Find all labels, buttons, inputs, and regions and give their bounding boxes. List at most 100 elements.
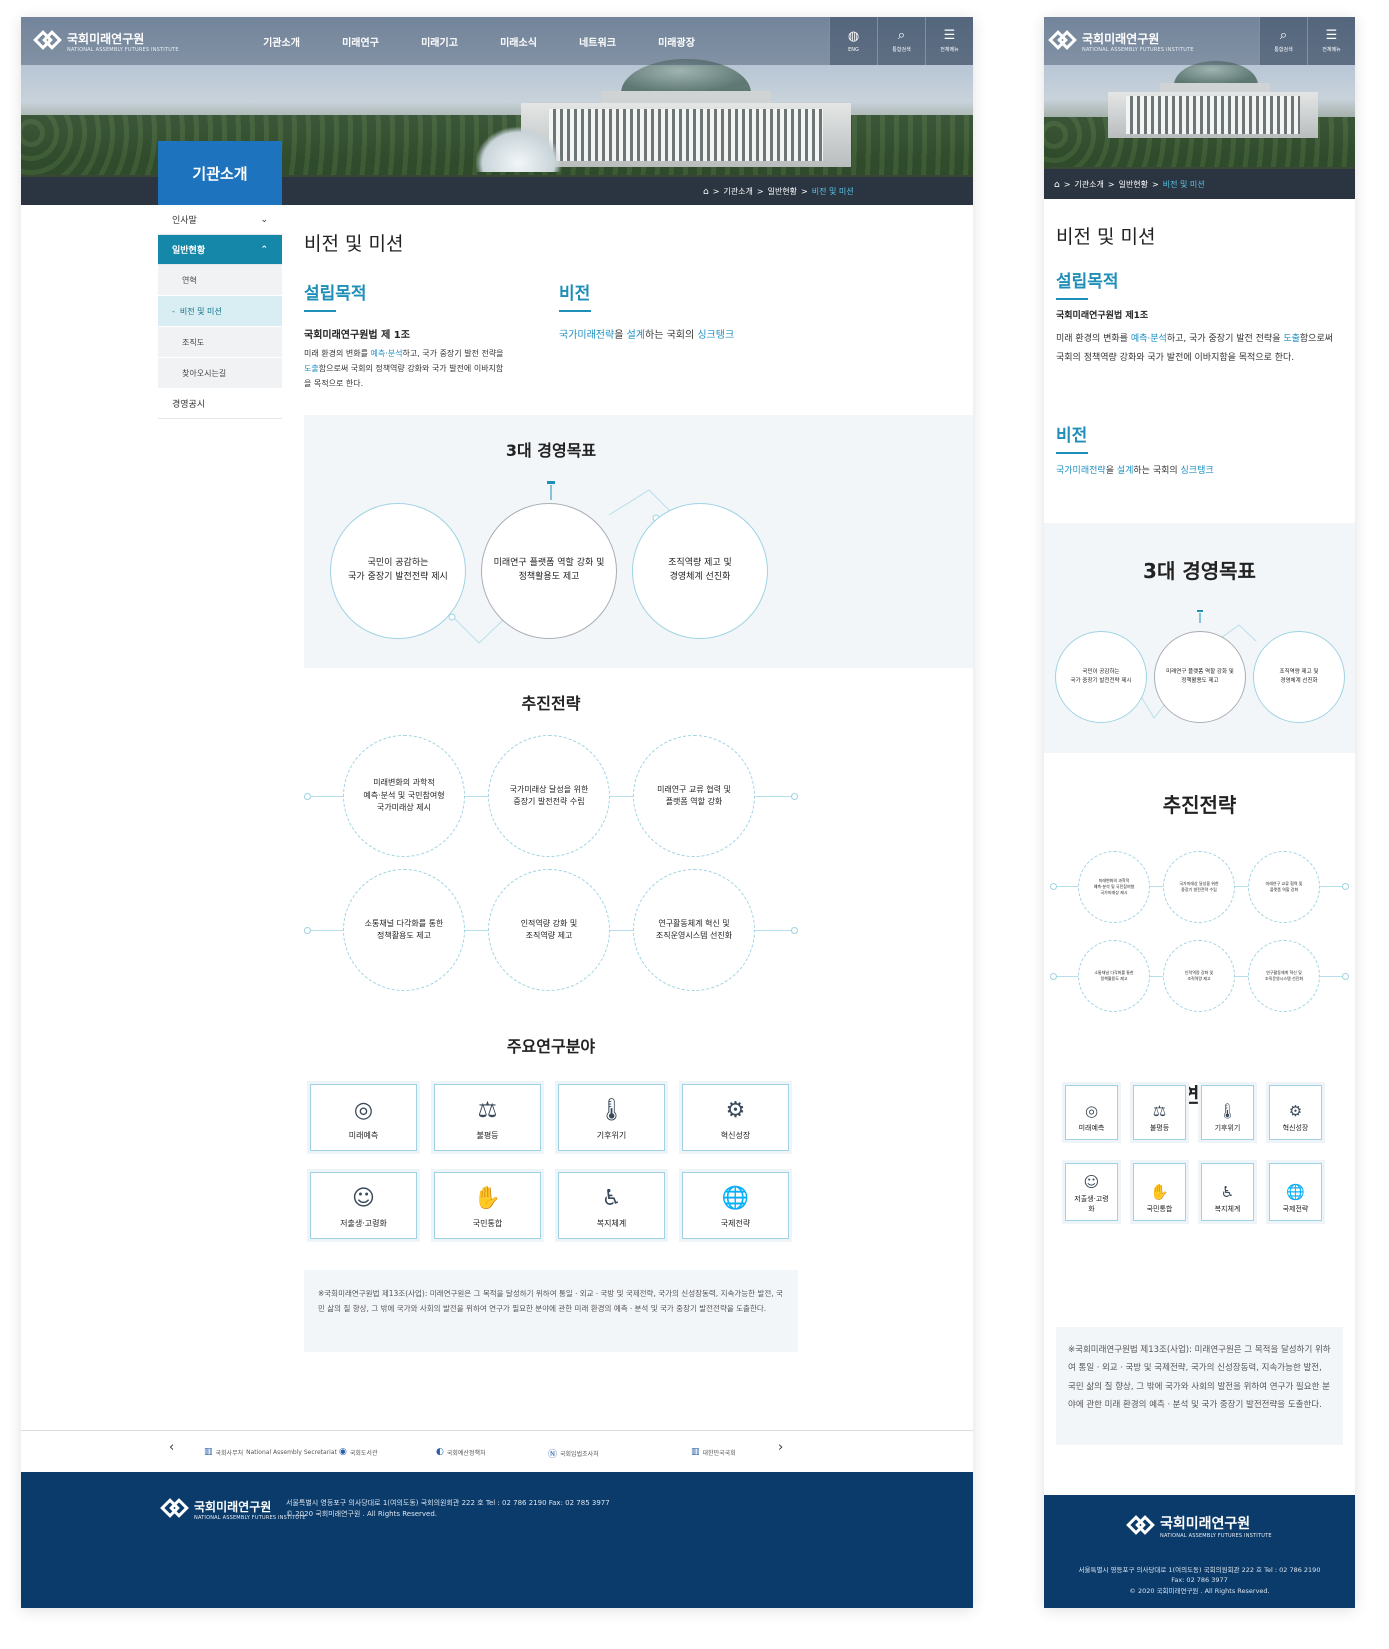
research-tile-label: 국제전략 bbox=[720, 1219, 751, 1228]
research-tile-8[interactable]: 🌐 국제전략 bbox=[682, 1172, 789, 1239]
research-tile-label: 기후위기 bbox=[596, 1131, 627, 1140]
research-tile-label: 국제전략 bbox=[1282, 1205, 1309, 1213]
strategy-circle-6: 연구활동체계 혁신 및 조직운영시스템 선진화 bbox=[633, 869, 755, 991]
breadcrumb-level2[interactable]: 일반현황 bbox=[1119, 179, 1148, 190]
research-tile-5[interactable]: ☺ 저출생·고령 화 bbox=[1065, 1163, 1118, 1221]
research-tile-8[interactable]: 🌐 국제전략 bbox=[1269, 1163, 1322, 1221]
purpose-law: 국회미래연구원법 제 1조 bbox=[304, 330, 410, 341]
family-site-5[interactable]: ▥ 대한민국국회 bbox=[691, 1447, 736, 1457]
budget-office-logo-icon: ◐ bbox=[436, 1447, 444, 1457]
search-button[interactable]: ⌕ 통합검색 bbox=[1259, 17, 1307, 65]
gnb-item-network[interactable]: 네트워크 bbox=[558, 34, 637, 49]
research-tile-7[interactable]: ♿ 복지체계 bbox=[558, 1172, 665, 1239]
fountain-image bbox=[476, 127, 561, 172]
research-tile-label: 기후위기 bbox=[1214, 1124, 1241, 1132]
home-icon[interactable]: ⌂ bbox=[1054, 180, 1060, 190]
logo-mark-icon bbox=[1126, 1513, 1155, 1539]
research-tile-2[interactable]: ⚖ 불평등 bbox=[1133, 1085, 1186, 1140]
mobile-site-footer: 국회미래연구원 NATIONAL ASSEMBLY FUTURES INSTIT… bbox=[1044, 1495, 1355, 1608]
gnb-item-news[interactable]: 미래소식 bbox=[479, 34, 558, 49]
assembly-logo-icon: ▥ bbox=[691, 1447, 700, 1457]
section-title: 기관소개 bbox=[158, 141, 282, 205]
mobile-strategy-circle-3: 미래연구 교류 협력 및 플랫폼 역할 강화 bbox=[1248, 851, 1320, 923]
family-site-4[interactable]: Ⓝ 국회입법조사처 bbox=[548, 1447, 599, 1460]
research-heading: 주요연구분야 bbox=[506, 1037, 596, 1056]
search-button[interactable]: ⌕ 통합검색 bbox=[877, 17, 925, 65]
research-tile-6[interactable]: ✋ 국민통합 bbox=[434, 1172, 541, 1239]
logo-text: 국회미래연구원 bbox=[67, 31, 145, 46]
mobile-site-logo[interactable]: 국회미래연구원 NATIONAL ASSEMBLY FUTURES INSTIT… bbox=[1048, 28, 1194, 54]
research-tile-1[interactable]: ◎ 미래예측 bbox=[1065, 1085, 1118, 1140]
breadcrumb: ⌂ > 기관소개 > 일반현황 > 비전 및 미션 bbox=[703, 186, 854, 197]
side-sub-history[interactable]: 연혁 bbox=[158, 265, 282, 296]
mobile-view: 국회미래연구원 NATIONAL ASSEMBLY FUTURES INSTIT… bbox=[1044, 17, 1355, 1608]
innovation-icon: ⚙ bbox=[725, 1098, 746, 1123]
footer-logo-text: 국회미래연구원 bbox=[1160, 1516, 1251, 1532]
side-sub-directions[interactable]: 찾아오시는길 bbox=[158, 358, 282, 389]
purpose-text: 미래 환경의 변화를 예측·분석하고, 국가 중장기 발전 전략을 도출함으로써… bbox=[304, 349, 504, 388]
breadcrumb-level2[interactable]: 일반현황 bbox=[768, 186, 797, 197]
side-sub-vision[interactable]: - 비전 및 미션 bbox=[158, 296, 282, 327]
research-tile-7[interactable]: ♿ 복지체계 bbox=[1201, 1163, 1254, 1221]
research-tile-label: 국민통합 bbox=[1146, 1205, 1173, 1213]
vision-text: 국가미래전략을 설계하는 국회의 싱크탱크 bbox=[559, 330, 735, 341]
side-item-overview[interactable]: 일반현황 ⌃ bbox=[158, 235, 282, 265]
scale-icon: ⚖ bbox=[1152, 1102, 1167, 1120]
research-tile-3[interactable]: 🌡 기후위기 bbox=[558, 1084, 665, 1151]
mobile-goal-circle-1: 국민이 공감하는 국가 중장기 발전전략 제시 bbox=[1055, 631, 1147, 723]
family-site-3[interactable]: ◐ 국회예산정책처 bbox=[436, 1447, 486, 1457]
footer-address-line: 서울특별시 영등포구 의사당대로 1(여의도동) 국회의원회관 222 호 Te… bbox=[286, 1499, 610, 1507]
footer-address-line1: 서울특별시 영등포구 의사당대로 1(여의도동) 국회의원회관 222 호 Te… bbox=[1078, 1566, 1321, 1574]
mobile-footer-logo[interactable]: 국회미래연구원 NATIONAL ASSEMBLY FUTURES INSTIT… bbox=[1126, 1513, 1272, 1539]
breadcrumb-current: 비전 및 미션 bbox=[811, 187, 854, 196]
footer-logo[interactable]: 국회미래연구원 NATIONAL ASSEMBLY FUTURES INSTIT… bbox=[160, 1496, 306, 1522]
vision-heading: 비전 bbox=[559, 279, 592, 312]
gnb-item-plaza[interactable]: 미래광장 bbox=[637, 34, 716, 49]
side-sub-organization[interactable]: 조직도 bbox=[158, 327, 282, 358]
breadcrumb-sep: > bbox=[712, 187, 720, 196]
research-tile-label: 혁신성장 bbox=[1282, 1124, 1309, 1132]
eng-button[interactable]: ◍ ENG bbox=[829, 17, 877, 65]
scale-icon: ⚖ bbox=[477, 1098, 498, 1123]
research-tile-4[interactable]: ⚙ 혁신성장 bbox=[682, 1084, 789, 1151]
menu-button[interactable]: ☰ 전체메뉴 bbox=[925, 17, 973, 65]
research-tile-1[interactable]: ◎ 미래예측 bbox=[310, 1084, 417, 1151]
research-tile-5[interactable]: ☺ 저출생·고령화 bbox=[310, 1172, 417, 1239]
family-prev-button[interactable]: ‹ bbox=[169, 1440, 174, 1455]
research-tile-3[interactable]: 🌡 기후위기 bbox=[1201, 1085, 1254, 1140]
site-logo[interactable]: 국회미래연구원 NATIONAL ASSEMBLY FUTURES INSTIT… bbox=[33, 28, 179, 54]
mobile-purpose-text: 미래 환경의 변화를 예측·분석하고, 국가 중장기 발전 전략을 도출함으로써… bbox=[1056, 334, 1334, 364]
side-item-greeting[interactable]: 인사말 ⌄ bbox=[158, 205, 282, 235]
gnb-item-contribution[interactable]: 미래기고 bbox=[400, 34, 479, 49]
strategy-circle-4: 소통채널 다각화를 통한 정책활용도 제고 bbox=[343, 869, 465, 991]
research-tile-4[interactable]: ⚙ 혁신성장 bbox=[1269, 1085, 1322, 1140]
mobile-page-title: 비전 및 미션 bbox=[1056, 226, 1156, 248]
logo-text: 국회미래연구원 bbox=[1082, 31, 1160, 46]
breadcrumb-sep: > bbox=[1107, 180, 1115, 189]
breadcrumb-level1[interactable]: 기관소개 bbox=[723, 186, 752, 197]
hero-banner: 국회미래연구원 NATIONAL ASSEMBLY FUTURES INSTIT… bbox=[21, 17, 973, 205]
family-site-1[interactable]: ▥ 국회사무처 National Assembly Secretariat bbox=[204, 1447, 337, 1457]
menu-button[interactable]: ☰ 전체메뉴 bbox=[1307, 17, 1355, 65]
research-tile-6[interactable]: ✋ 국민통합 bbox=[1133, 1163, 1186, 1221]
mobile-purpose-law: 국회미래연구원법 제1조 bbox=[1056, 311, 1149, 321]
side-item-disclosure[interactable]: 경영공시 bbox=[158, 389, 282, 419]
family-site-2[interactable]: ◉ 국회도서관 bbox=[339, 1447, 377, 1457]
research-tile-label: 저출생·고령화 bbox=[340, 1219, 387, 1228]
site-footer: 국회미래연구원 NATIONAL ASSEMBLY FUTURES INSTIT… bbox=[21, 1472, 973, 1608]
footer-copyright: © 2020 국회미래연구원 . All Rights Reserved. bbox=[1129, 1586, 1270, 1595]
research-tile-label: 국민통합 bbox=[472, 1219, 503, 1228]
family-next-button[interactable]: › bbox=[778, 1440, 783, 1455]
breadcrumb-level1[interactable]: 기관소개 bbox=[1074, 179, 1103, 190]
hamburger-icon: ☰ bbox=[943, 28, 956, 43]
main-navigation: 기관소개 미래연구 미래기고 미래소식 네트워크 미래광장 bbox=[242, 34, 716, 49]
side-sub-label: 찾아오시는길 bbox=[182, 368, 227, 378]
gnb-item-about[interactable]: 기관소개 bbox=[242, 34, 321, 49]
law-note: ※국회미래연구원법 제13조(사업): 미래연구원은 그 목적을 달성하기 위하… bbox=[304, 1270, 798, 1352]
home-icon[interactable]: ⌂ bbox=[703, 187, 709, 197]
gnb-item-research[interactable]: 미래연구 bbox=[321, 34, 400, 49]
strategy-circle-5: 인적역량 강화 및 조직역량 제고 bbox=[488, 869, 610, 991]
strategy-circle-3: 미래연구 교류 협력 및 플랫폼 역할 강화 bbox=[633, 735, 755, 857]
mobile-strategy-circle-4: 소통채널 다각화를 통한 정책활용도 제고 bbox=[1078, 940, 1150, 1012]
research-tile-2[interactable]: ⚖ 불평등 bbox=[434, 1084, 541, 1151]
